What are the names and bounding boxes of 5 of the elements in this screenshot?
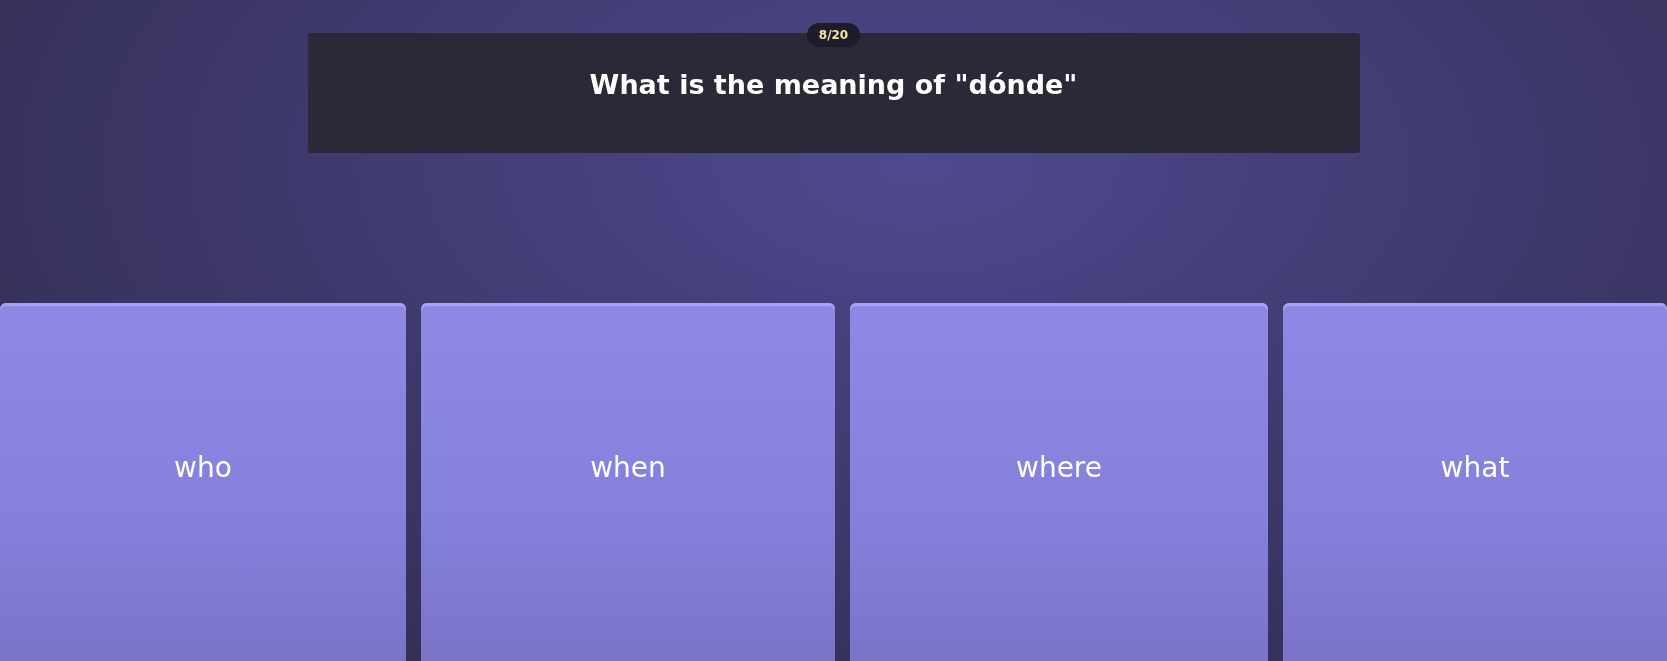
answer-button[interactable]: who <box>0 303 406 661</box>
answer-button[interactable]: where <box>850 303 1268 661</box>
progress-counter: 8/20 <box>806 23 861 47</box>
answer-button[interactable]: when <box>421 303 835 661</box>
answer-button[interactable]: what <box>1283 303 1667 661</box>
